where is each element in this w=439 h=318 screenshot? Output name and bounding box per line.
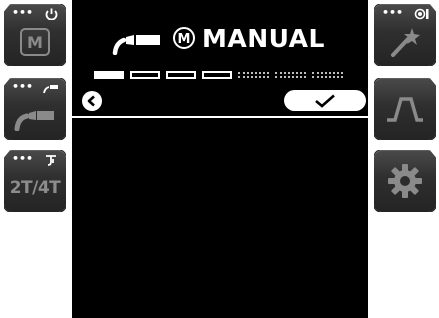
mode-title: M MANUAL — [112, 18, 325, 58]
trigger-mode-button[interactable]: ••• 2T/4T — [4, 150, 66, 212]
torch-button[interactable]: ••• — [4, 78, 66, 140]
torch-small-icon — [43, 85, 58, 94]
trigger-icon — [46, 155, 56, 166]
torch-icon — [14, 111, 54, 131]
dots-indicator: ••• — [12, 6, 34, 19]
step-indicator — [275, 72, 306, 78]
step-indicator — [238, 72, 269, 78]
waveform-icon — [387, 97, 423, 122]
manual-mode-badge-icon: M — [173, 27, 195, 49]
program-button[interactable]: ••• — [374, 4, 436, 66]
dots-indicator: ••• — [382, 6, 404, 19]
record-icon — [414, 8, 429, 20]
dots-indicator: ••• — [12, 152, 34, 165]
settings-button[interactable] — [374, 150, 436, 212]
mode-badge-letter: M — [178, 32, 191, 47]
magic-wand-icon — [391, 28, 420, 57]
power-icon — [45, 8, 58, 20]
step-indicator — [166, 71, 196, 79]
checkmark-icon — [315, 94, 335, 108]
nav-row — [82, 90, 366, 112]
gear-icon — [388, 164, 422, 198]
step-indicator — [94, 71, 124, 79]
dots-indicator: ••• — [12, 80, 34, 93]
mode-label: MANUAL — [202, 23, 325, 53]
back-button[interactable] — [82, 91, 102, 111]
torch-icon — [112, 35, 160, 55]
mode-m-icon: M — [20, 28, 50, 56]
step-indicator — [202, 71, 232, 79]
mode-button[interactable]: ••• M — [4, 4, 66, 66]
step-indicator — [130, 71, 160, 79]
confirm-button[interactable] — [284, 90, 366, 111]
trigger-mode-label: 2T/4T — [9, 178, 61, 198]
step-indicator — [312, 72, 343, 78]
step-progress — [94, 69, 343, 81]
chevron-left-icon — [87, 95, 95, 107]
divider — [72, 116, 368, 118]
display-screen: M MANUAL — [72, 0, 368, 318]
waveform-button[interactable] — [374, 78, 436, 140]
